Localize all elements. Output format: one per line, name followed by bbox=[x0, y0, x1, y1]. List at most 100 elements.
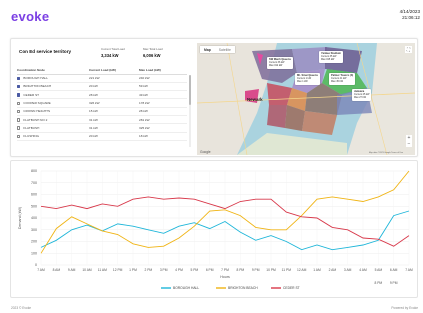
column-header[interactable]: Coordination Node bbox=[17, 67, 89, 75]
map-tooltip[interactable]: Palmer Towers (3) Current 41 kW Max 45 k… bbox=[329, 73, 356, 85]
node-name-cell: FLATBUSH bbox=[17, 123, 89, 133]
table-row[interactable]: BRIGHTON BEACH 20 kW 59 kW bbox=[17, 82, 187, 92]
node-checkbox[interactable] bbox=[17, 134, 21, 139]
x-tick-label: 6 PM bbox=[206, 268, 214, 272]
max-load-cell: 178 kW bbox=[139, 98, 187, 108]
x-tick-label: 4 AM bbox=[359, 268, 367, 272]
max-load-cell: 240 kW bbox=[139, 74, 187, 83]
node-name-cell: BRIGHTON BEACH bbox=[17, 82, 89, 92]
max-load-cell: 325 kW bbox=[139, 123, 187, 133]
x-tick-label-row2: 8 PM bbox=[374, 281, 382, 285]
logo-part-ev: ev bbox=[11, 9, 27, 24]
x-tick-label: 9 AM bbox=[68, 268, 76, 272]
node-checkbox[interactable] bbox=[17, 76, 21, 81]
table-row[interactable]: FLUSHING 20 kW 18 kW bbox=[17, 132, 187, 141]
x-tick-label: 11 PM bbox=[282, 268, 292, 272]
zoom-controls: + − bbox=[406, 135, 412, 147]
fullscreen-icon[interactable]: ⛶ bbox=[405, 46, 412, 53]
column-header[interactable]: Current Load (kW) bbox=[89, 67, 139, 75]
scrollbar-thumb[interactable] bbox=[189, 75, 191, 105]
table-row[interactable]: COOPER SQUARE 326 kW 178 kW bbox=[17, 98, 187, 108]
table-header-row: Coordination Node Current Load (kW) Max … bbox=[17, 67, 187, 75]
x-tick-label: 7 AM bbox=[405, 268, 413, 272]
current-time: 21:06:12 bbox=[402, 15, 420, 20]
tab-map[interactable]: Map bbox=[200, 46, 215, 53]
table-row[interactable]: CEDER ST 28 kW 49 kW bbox=[17, 90, 187, 100]
tooltip-label: Max bbox=[331, 80, 336, 84]
x-tick-label: 7 AM bbox=[37, 268, 45, 272]
node-name-cell: BOROUGH HALL bbox=[17, 74, 89, 83]
x-tick-label: 2 PM bbox=[144, 268, 152, 272]
column-header[interactable]: Max Load (kW) bbox=[139, 67, 187, 75]
x-axis-label: Hours bbox=[220, 275, 230, 279]
x-tick-label: 10 AM bbox=[82, 268, 92, 272]
max-total-load: Max Total Load 6,006 kW bbox=[143, 47, 163, 58]
table-row[interactable]: FLATBUSH 31 kW 325 kW bbox=[17, 123, 187, 133]
x-tick-label: 3 AM bbox=[344, 268, 352, 272]
datetime: 4/14/2023 21:06:12 bbox=[400, 9, 420, 21]
max-load-cell: 281 kW bbox=[139, 115, 187, 125]
y-tick-label: 700 bbox=[31, 181, 37, 185]
city-label: Newark bbox=[247, 97, 263, 102]
map-tooltip[interactable]: Mt. Sinai Queens Current 1 kW Max 1 kW bbox=[295, 73, 320, 85]
footer-copyright: 2023 © Evoke bbox=[11, 306, 32, 310]
map-terms-link[interactable]: Map data ©2023 Google Terms of Use bbox=[369, 152, 403, 154]
x-tick-label: 12 PM bbox=[113, 268, 123, 272]
table-scrollbar[interactable] bbox=[189, 75, 191, 147]
current-load-cell: 221 kW bbox=[89, 74, 139, 83]
node-checkbox[interactable] bbox=[17, 93, 21, 97]
x-tick-label: 5 PM bbox=[190, 268, 198, 272]
node-name: CEDER ST bbox=[23, 92, 40, 97]
metric-label: Current Total Load bbox=[101, 47, 125, 51]
y-tick-label: 400 bbox=[31, 216, 37, 220]
metric-label: Max Total Load bbox=[143, 47, 163, 51]
nodes-table: Coordination Node Current Load (kW) Max … bbox=[17, 67, 187, 141]
current-load-cell: 15 kW bbox=[89, 107, 139, 117]
node-checkbox[interactable] bbox=[17, 126, 21, 130]
zoom-out-icon[interactable]: − bbox=[406, 141, 412, 147]
demand-chart: 0 100 200 300 400 500 600 700 800 7 AM 8 AM 9 AM 10 … bbox=[10, 160, 418, 298]
current-load-cell: 31 kW bbox=[89, 123, 139, 133]
node-checkbox[interactable] bbox=[17, 118, 21, 122]
map-tooltip[interactable]: Jamaica Current 25 kW Max 27 kW bbox=[352, 89, 372, 101]
map-type-tabs: Map Satellite bbox=[200, 46, 235, 53]
map-canvas[interactable] bbox=[197, 43, 415, 155]
demand-chart-svg: 0 100 200 300 400 500 600 700 800 7 AM 8 AM 9 AM 10 … bbox=[18, 169, 413, 290]
map-tooltip[interactable]: Yankee Stadium Current 35 kW Max 195 kW bbox=[319, 51, 343, 63]
node-name-cell: FLATBUSH NO 2 bbox=[17, 115, 89, 125]
map-tooltip[interactable]: SW Manh Queens Current 36 kW Max 192 kW bbox=[267, 57, 293, 69]
x-tick-label: 4 PM bbox=[175, 268, 183, 272]
node-checkbox[interactable] bbox=[17, 101, 21, 105]
node-checkbox[interactable] bbox=[17, 109, 21, 114]
evoke-logo[interactable]: evoke bbox=[11, 9, 49, 24]
legend-label: BOROUGH HALL bbox=[173, 286, 199, 290]
node-name: BOROUGH HALL bbox=[23, 76, 48, 81]
y-tick-label: 0 bbox=[35, 263, 37, 267]
node-name: FLUSHING bbox=[23, 134, 40, 139]
node-name-cell: CEDER ST bbox=[17, 90, 89, 100]
x-tick-label: 7 PM bbox=[221, 268, 229, 272]
y-tick-label: 500 bbox=[31, 204, 37, 208]
tab-satellite[interactable]: Satellite bbox=[215, 46, 235, 53]
service-map[interactable]: Map Satellite ⛶ Newark SW Manh Queens Cu… bbox=[197, 43, 415, 155]
node-name-cell: CROWN HEIGHTS bbox=[17, 107, 89, 117]
app-header: evoke 4/14/2023 21:06:12 bbox=[0, 0, 423, 34]
tooltip-label: Max bbox=[297, 80, 302, 84]
table-row[interactable]: FLATBUSH NO 2 31 kW 281 kW bbox=[17, 115, 187, 125]
x-tick-label: 12 AM bbox=[297, 268, 307, 272]
table-row[interactable]: BOROUGH HALL 221 kW 240 kW bbox=[17, 74, 187, 83]
table-row[interactable]: CROWN HEIGHTS 15 kW 28 kW bbox=[17, 107, 187, 117]
legend-label: BRIGHTON BEACH bbox=[228, 286, 258, 290]
x-tick-label: 9 PM bbox=[252, 268, 260, 272]
x-tick-label: 6 AM bbox=[390, 268, 398, 272]
max-load-cell: 28 kW bbox=[139, 107, 187, 117]
tooltip-value: 27 kW bbox=[359, 96, 366, 100]
node-checkbox[interactable] bbox=[17, 84, 21, 89]
current-load-cell: 31 kW bbox=[89, 115, 139, 125]
metric-value: 6,006 kW bbox=[143, 52, 161, 58]
max-load-cell: 18 kW bbox=[139, 132, 187, 141]
node-name-cell: FLUSHING bbox=[17, 132, 89, 141]
y-axis-label: Demand (kW) bbox=[18, 207, 22, 229]
y-tick-label: 300 bbox=[31, 228, 37, 232]
x-tick-label: 1 AM bbox=[313, 268, 321, 272]
